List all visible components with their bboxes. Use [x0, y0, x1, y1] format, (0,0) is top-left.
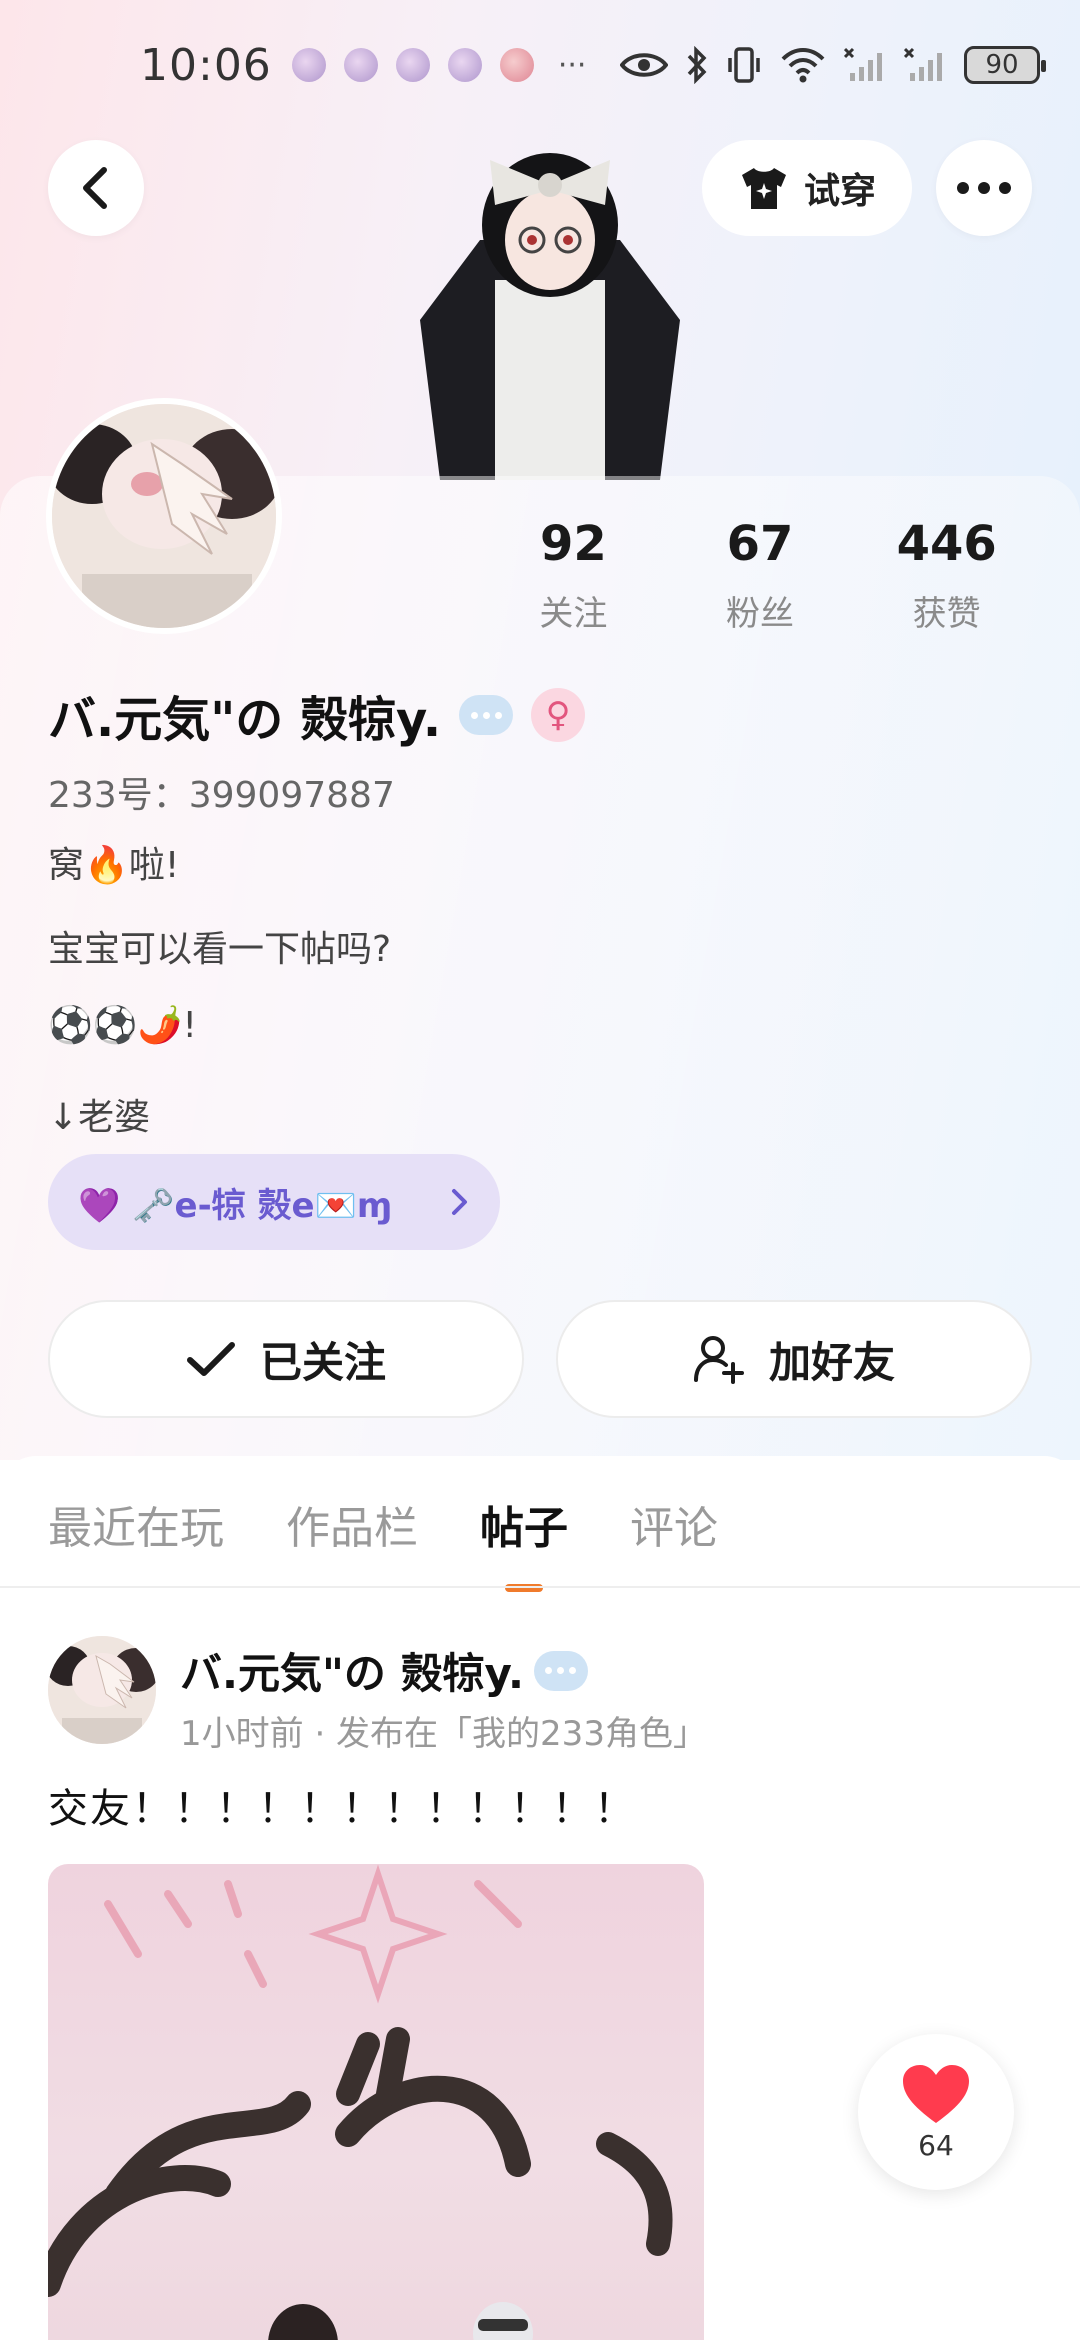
post-text[interactable]: 交友！！！！！！！！！！！！ [48, 1776, 636, 1834]
vibrate-icon [728, 47, 760, 83]
status-bar: 10:06 ··· 90 [0, 0, 1080, 130]
chevron-right-icon [452, 1189, 467, 1215]
post-image[interactable] [48, 1864, 704, 2340]
wifi-icon [781, 48, 825, 83]
tab-posts[interactable]: 帖子 [480, 1492, 568, 1592]
signal-off-icon [904, 47, 942, 81]
likes-stat[interactable]: 446 获赞 [853, 516, 1040, 635]
battery-indicator: 90 [964, 46, 1046, 84]
chat-bubble-icon [533, 1650, 588, 1691]
more-menu-button[interactable] [936, 140, 1032, 236]
following-count: 92 [539, 516, 607, 572]
tab-works[interactable]: 作品栏 [286, 1492, 418, 1556]
check-icon [186, 1342, 235, 1376]
tabs-divider [0, 1586, 1080, 1588]
content-area: 最近在玩 作品栏 帖子 评论 バ.元気"の 㷤㹁y. 1小时前 · 发布在「我的… [0, 1456, 1080, 2340]
heart-icon [903, 2064, 969, 2123]
app-notification-icon [291, 48, 326, 82]
relationship-tag-label: 💜 🗝️e-㹁 㷤e💌ɱ [78, 1185, 393, 1226]
followers-stat[interactable]: 67 粉丝 [667, 516, 854, 635]
followers-count: 67 [726, 516, 794, 572]
add-friend-label: 加好友 [768, 1337, 895, 1387]
post-meta[interactable]: 1小时前 · 发布在「我的233角色」 [180, 1706, 707, 1755]
character-avatar-3d[interactable] [400, 120, 700, 480]
bio-line: 宝宝可以看一下帖吗? [48, 929, 392, 970]
profile-tabs: 最近在玩 作品栏 帖子 评论 [48, 1492, 718, 1592]
profile-avatar[interactable] [46, 398, 282, 634]
likes-label: 获赞 [912, 594, 981, 634]
profile-nickname: バ.元気"の 㷤㹁y. [48, 692, 442, 748]
add-friend-button[interactable]: 加好友 [556, 1300, 1032, 1418]
app-notification-icon [395, 48, 430, 82]
bio-line: ↓老婆 [48, 1097, 151, 1138]
chevron-left-icon [83, 167, 107, 209]
try-on-button[interactable]: 试穿 [702, 140, 912, 236]
like-button[interactable]: 64 [858, 2034, 1014, 2190]
notification-icons: ··· [291, 47, 587, 83]
relationship-tag-button[interactable]: 💜 🗝️e-㹁 㷤e💌ɱ [48, 1154, 500, 1250]
profile-stats: 92 关注 67 粉丝 446 获赞 [480, 516, 1040, 635]
likes-count: 446 [896, 516, 997, 572]
signal-off-icon [844, 47, 882, 81]
more-horizontal-icon [957, 182, 1011, 194]
post-author-name: バ.元気"の 㷤㹁y. [180, 1649, 524, 1698]
followers-label: 粉丝 [726, 594, 794, 634]
add-user-icon [693, 1336, 744, 1384]
following-label: 关注 [539, 594, 608, 634]
tab-posts-label: 帖子 [480, 1503, 568, 1554]
app-notification-icon [499, 48, 534, 82]
system-icons: 90 [620, 46, 1046, 84]
back-button[interactable] [48, 140, 144, 236]
try-on-label: 试穿 [803, 171, 876, 212]
bluetooth-icon [687, 46, 707, 84]
app-notification-icon [343, 48, 378, 82]
eye-icon [620, 53, 668, 77]
bio-line: 窝🔥啦! [48, 845, 180, 886]
following-stat[interactable]: 92 关注 [480, 516, 667, 635]
app-notification-icon [447, 48, 482, 82]
female-gender-icon: ♀ [531, 688, 586, 742]
post-author-avatar[interactable] [48, 1636, 156, 1744]
like-count: 64 [918, 2128, 954, 2162]
chat-bubble-icon [459, 695, 514, 735]
more-notifications-indicator: ··· [557, 47, 587, 83]
user-id[interactable]: 233号：399097887 [48, 766, 395, 818]
tshirt-icon [741, 168, 786, 209]
tab-comments[interactable]: 评论 [630, 1492, 718, 1556]
nickname-row: バ.元気"の 㷤㹁y. ♀ [48, 680, 586, 750]
post-author-row[interactable]: バ.元気"の 㷤㹁y. [180, 1640, 588, 1701]
status-time: 10:06 [140, 39, 272, 91]
tab-recently-played[interactable]: 最近在玩 [48, 1492, 224, 1556]
following-button-label: 已关注 [259, 1337, 386, 1387]
bio-line: ⚽⚽🌶️! [48, 1005, 197, 1046]
following-button[interactable]: 已关注 [48, 1300, 524, 1418]
